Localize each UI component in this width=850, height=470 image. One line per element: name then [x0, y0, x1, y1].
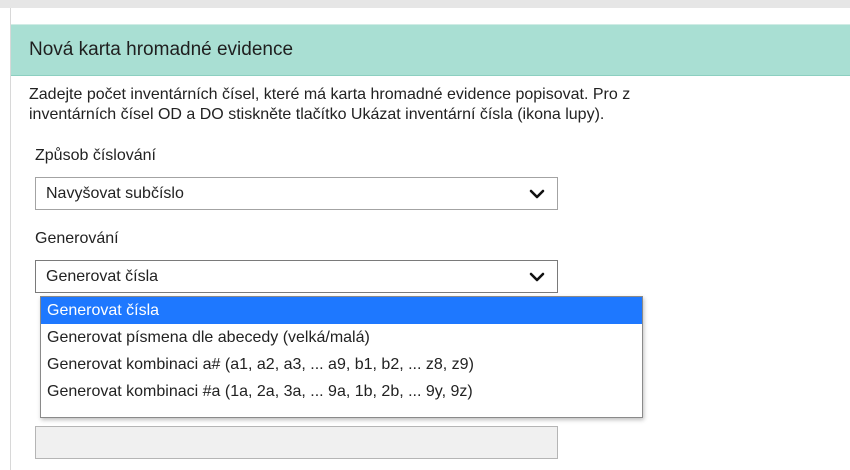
generation-select[interactable]: Generovat čísla [35, 260, 558, 293]
new-card-panel: Nová karta hromadné evidence Zadejte poč… [10, 8, 850, 470]
generation-label: Generování [35, 230, 119, 247]
dropdown-option-letter-number-combo[interactable]: Generovat kombinaci a# (a1, a2, a3, ... … [41, 351, 642, 378]
generation-select-value: Generovat čísla [46, 268, 159, 285]
chevron-down-icon [529, 272, 545, 282]
window-top-strip [0, 0, 850, 8]
description-line-1: Zadejte počet inventárních čísel, které … [29, 86, 631, 103]
numbering-select[interactable]: Navyšovat subčíslo [35, 177, 558, 210]
generation-dropdown-list: Generovat čísla Generovat písmena dle ab… [40, 296, 643, 418]
disabled-input-field [35, 426, 558, 459]
dropdown-option-generate-letters[interactable]: Generovat písmena dle abecedy (velká/mal… [41, 324, 642, 351]
chevron-down-icon [529, 189, 545, 199]
description-line-2: inventárních čísel OD a DO stiskněte tla… [29, 106, 605, 123]
panel-title: Nová karta hromadné evidence [29, 39, 294, 60]
dropdown-option-generate-numbers[interactable]: Generovat čísla [41, 297, 642, 324]
dropdown-option-number-letter-combo[interactable]: Generovat kombinaci #a (1a, 2a, 3a, ... … [41, 378, 642, 405]
panel-description: Zadejte počet inventárních čísel, které … [29, 85, 850, 125]
numbering-select-value: Navyšovat subčíslo [46, 185, 184, 202]
numbering-label: Způsob číslování [35, 147, 156, 164]
panel-header: Nová karta hromadné evidence [11, 24, 850, 76]
